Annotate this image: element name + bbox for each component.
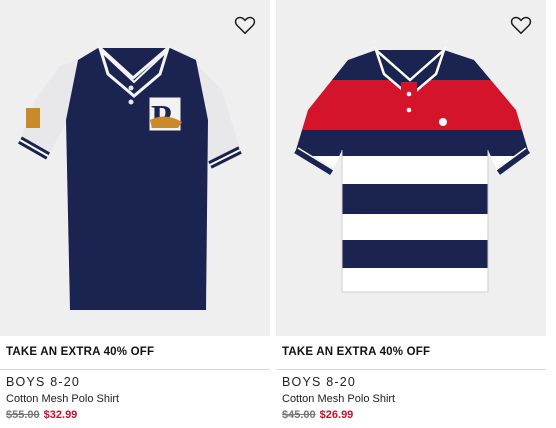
striped-polo-shirt-icon (294, 45, 531, 293)
product-card[interactable]: P TAKE AN EXTRA 40% OFF BOYS 8-20 Cotton… (0, 0, 270, 428)
promo-banner: TAKE AN EXTRA 40% OFF (276, 336, 546, 370)
original-price: $55.00 (6, 409, 40, 421)
heart-outline-icon[interactable] (510, 14, 532, 36)
product-image[interactable]: P (0, 0, 270, 336)
price-row: $55.00 $32.99 (6, 409, 77, 421)
product-category: BOYS 8-20 (282, 375, 357, 389)
sale-price: $32.99 (43, 409, 78, 421)
product-title[interactable]: Cotton Mesh Polo Shirt (282, 393, 395, 405)
heart-outline-icon[interactable] (234, 14, 256, 36)
navy-raglan-polo-shirt-icon: P (18, 43, 242, 310)
product-title[interactable]: Cotton Mesh Polo Shirt (6, 393, 119, 405)
sale-price: $26.99 (319, 409, 354, 421)
original-price: $45.00 (282, 409, 316, 421)
product-category: BOYS 8-20 (6, 375, 81, 389)
product-image[interactable] (276, 0, 546, 336)
promo-banner: TAKE AN EXTRA 40% OFF (0, 336, 270, 370)
product-card[interactable]: TAKE AN EXTRA 40% OFF BOYS 8-20 Cotton M… (276, 0, 546, 428)
price-row: $45.00 $26.99 (282, 409, 353, 421)
